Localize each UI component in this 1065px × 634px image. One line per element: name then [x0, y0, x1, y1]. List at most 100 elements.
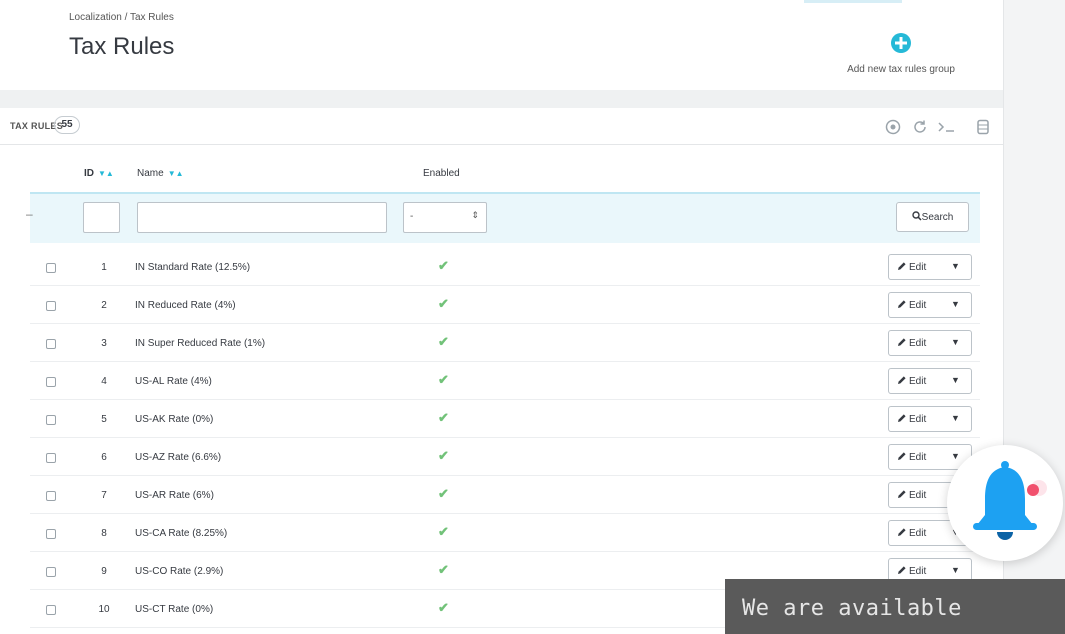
chevron-down-icon[interactable]: ▼ [951, 565, 960, 575]
table-row[interactable]: 4 US-AL Rate (4%) ✔ Edit ▼ [30, 362, 980, 400]
pencil-icon [898, 338, 906, 346]
enabled-check-icon[interactable]: ✔ [438, 410, 449, 426]
search-button-label: Search [921, 212, 954, 223]
chevron-down-icon[interactable]: ▼ [951, 375, 960, 385]
chevron-down-icon[interactable]: ▼ [951, 413, 960, 423]
row-checkbox[interactable] [46, 339, 56, 349]
row-id: 8 [101, 528, 107, 539]
edit-text: Edit [909, 376, 927, 387]
plus-circle-icon [891, 33, 911, 53]
table-row[interactable]: 7US-AR Rate (6%)✔Edit▼ [30, 476, 980, 514]
edit-button[interactable]: Edit ▼ [888, 406, 972, 432]
terminal-icon[interactable] [937, 119, 957, 135]
edit-label: Edit [897, 375, 926, 387]
row-checkbox[interactable] [46, 415, 56, 425]
id-filter-input[interactable] [83, 202, 120, 233]
add-icon[interactable] [885, 119, 901, 135]
row-name[interactable]: IN Super Reduced Rate (1%) [135, 338, 265, 349]
row-id: 6 [101, 452, 107, 463]
row-id: 5 [101, 414, 107, 425]
select-arrows-icon: ⇕ [471, 210, 479, 220]
enabled-check-icon[interactable]: ✔ [438, 296, 449, 312]
pencil-icon [898, 376, 906, 384]
edit-text: Edit [909, 452, 927, 463]
edit-button[interactable]: Edit ▼ [888, 368, 972, 394]
refresh-icon[interactable] [912, 119, 928, 135]
row-name[interactable]: US-CO Rate (2.9%) [135, 566, 223, 577]
table-row[interactable]: 3 IN Super Reduced Rate (1%) ✔ Edit ▼ [30, 324, 980, 362]
row-name[interactable]: US-AR Rate (6%) [135, 490, 214, 501]
edit-label: Edit [897, 337, 926, 349]
edit-button[interactable]: Edit ▼ [888, 254, 972, 280]
sort-arrows-icon[interactable]: ▼▲ [98, 169, 114, 178]
edit-button[interactable]: Edit ▼ [888, 330, 972, 356]
row-checkbox[interactable] [46, 263, 56, 273]
pencil-icon [898, 300, 906, 308]
table-row[interactable]: 6 US-AZ Rate (6.6%) ✔ Edit ▼ [30, 438, 980, 476]
row-name[interactable]: US-CT Rate (0%) [135, 604, 213, 615]
search-button[interactable]: Search [896, 202, 969, 232]
page-title: Tax Rules [69, 33, 175, 60]
panel-heading: TAX RULES 55 [0, 108, 1003, 145]
database-icon[interactable] [975, 119, 991, 135]
row-checkbox[interactable] [46, 605, 56, 615]
row-checkbox[interactable] [46, 567, 56, 577]
bell-icon [973, 461, 1047, 540]
table-row[interactable]: 8US-CA Rate (8.25%)✔Edit▼ [30, 514, 980, 552]
row-name[interactable]: US-CA Rate (8.25%) [135, 528, 227, 539]
name-filter-input[interactable] [137, 202, 387, 233]
row-name[interactable]: IN Standard Rate (12.5%) [135, 262, 250, 273]
enabled-check-icon[interactable]: ✔ [438, 448, 449, 464]
chevron-down-icon[interactable]: ▼ [951, 337, 960, 347]
edit-label: Edit [897, 299, 926, 311]
row-checkbox[interactable] [46, 453, 56, 463]
table-row[interactable]: 2 IN Reduced Rate (4%) ✔ Edit ▼ [30, 286, 980, 324]
edit-button[interactable]: Edit ▼ [888, 292, 972, 318]
edit-label: Edit [897, 489, 926, 501]
column-header-name[interactable]: Name ▼▲ [137, 168, 184, 179]
pencil-icon [898, 414, 906, 422]
row-id: 4 [101, 376, 107, 387]
row-checkbox[interactable] [46, 491, 56, 501]
chat-label: We are available [742, 596, 962, 621]
enabled-check-icon[interactable]: ✔ [438, 600, 449, 616]
enabled-check-icon[interactable]: ✔ [438, 486, 449, 502]
add-tax-rules-group-button[interactable]: Add new tax rules group [816, 32, 986, 75]
row-id: 9 [101, 566, 107, 577]
chat-widget[interactable]: We are available [725, 579, 1065, 634]
enabled-check-icon[interactable]: ✔ [438, 562, 449, 578]
sort-arrows-icon[interactable]: ▼▲ [168, 169, 184, 178]
edit-label: Edit [897, 527, 926, 539]
bulk-filter-toggle[interactable]: – [26, 207, 33, 221]
pencil-icon [898, 566, 906, 574]
pencil-icon [898, 528, 906, 536]
pencil-icon [898, 262, 906, 270]
edit-text: Edit [909, 414, 927, 425]
enabled-check-icon[interactable]: ✔ [438, 334, 449, 350]
enabled-filter-select[interactable]: - ⇕ [403, 202, 487, 233]
table-row[interactable]: 1 IN Standard Rate (12.5%) ✔ Edit ▼ [30, 248, 980, 286]
enabled-check-icon[interactable]: ✔ [438, 372, 449, 388]
row-name[interactable]: US-AZ Rate (6.6%) [135, 452, 221, 463]
chevron-down-icon[interactable]: ▼ [951, 299, 960, 309]
row-name[interactable]: US-AK Rate (0%) [135, 414, 213, 425]
row-id: 1 [101, 262, 107, 273]
header-divider [0, 90, 1003, 108]
edit-text: Edit [909, 300, 927, 311]
row-checkbox[interactable] [46, 377, 56, 387]
chevron-down-icon[interactable]: ▼ [951, 261, 960, 271]
add-tax-rules-group-label: Add new tax rules group [847, 64, 955, 75]
enabled-check-icon[interactable]: ✔ [438, 258, 449, 274]
table-row[interactable]: 5 US-AK Rate (0%) ✔ Edit ▼ [30, 400, 980, 438]
row-name[interactable]: US-AL Rate (4%) [135, 376, 212, 387]
column-header-id[interactable]: ID ▼▲ [84, 168, 114, 179]
row-id: 3 [101, 338, 107, 349]
row-name[interactable]: IN Reduced Rate (4%) [135, 300, 236, 311]
row-checkbox[interactable] [46, 301, 56, 311]
pencil-icon [898, 452, 906, 460]
notification-bell-button[interactable] [947, 445, 1063, 561]
row-checkbox[interactable] [46, 529, 56, 539]
breadcrumb[interactable]: Localization / Tax Rules [69, 12, 174, 23]
enabled-check-icon[interactable]: ✔ [438, 524, 449, 540]
page-header: Localization / Tax Rules Tax Rules Add n… [0, 0, 1003, 90]
